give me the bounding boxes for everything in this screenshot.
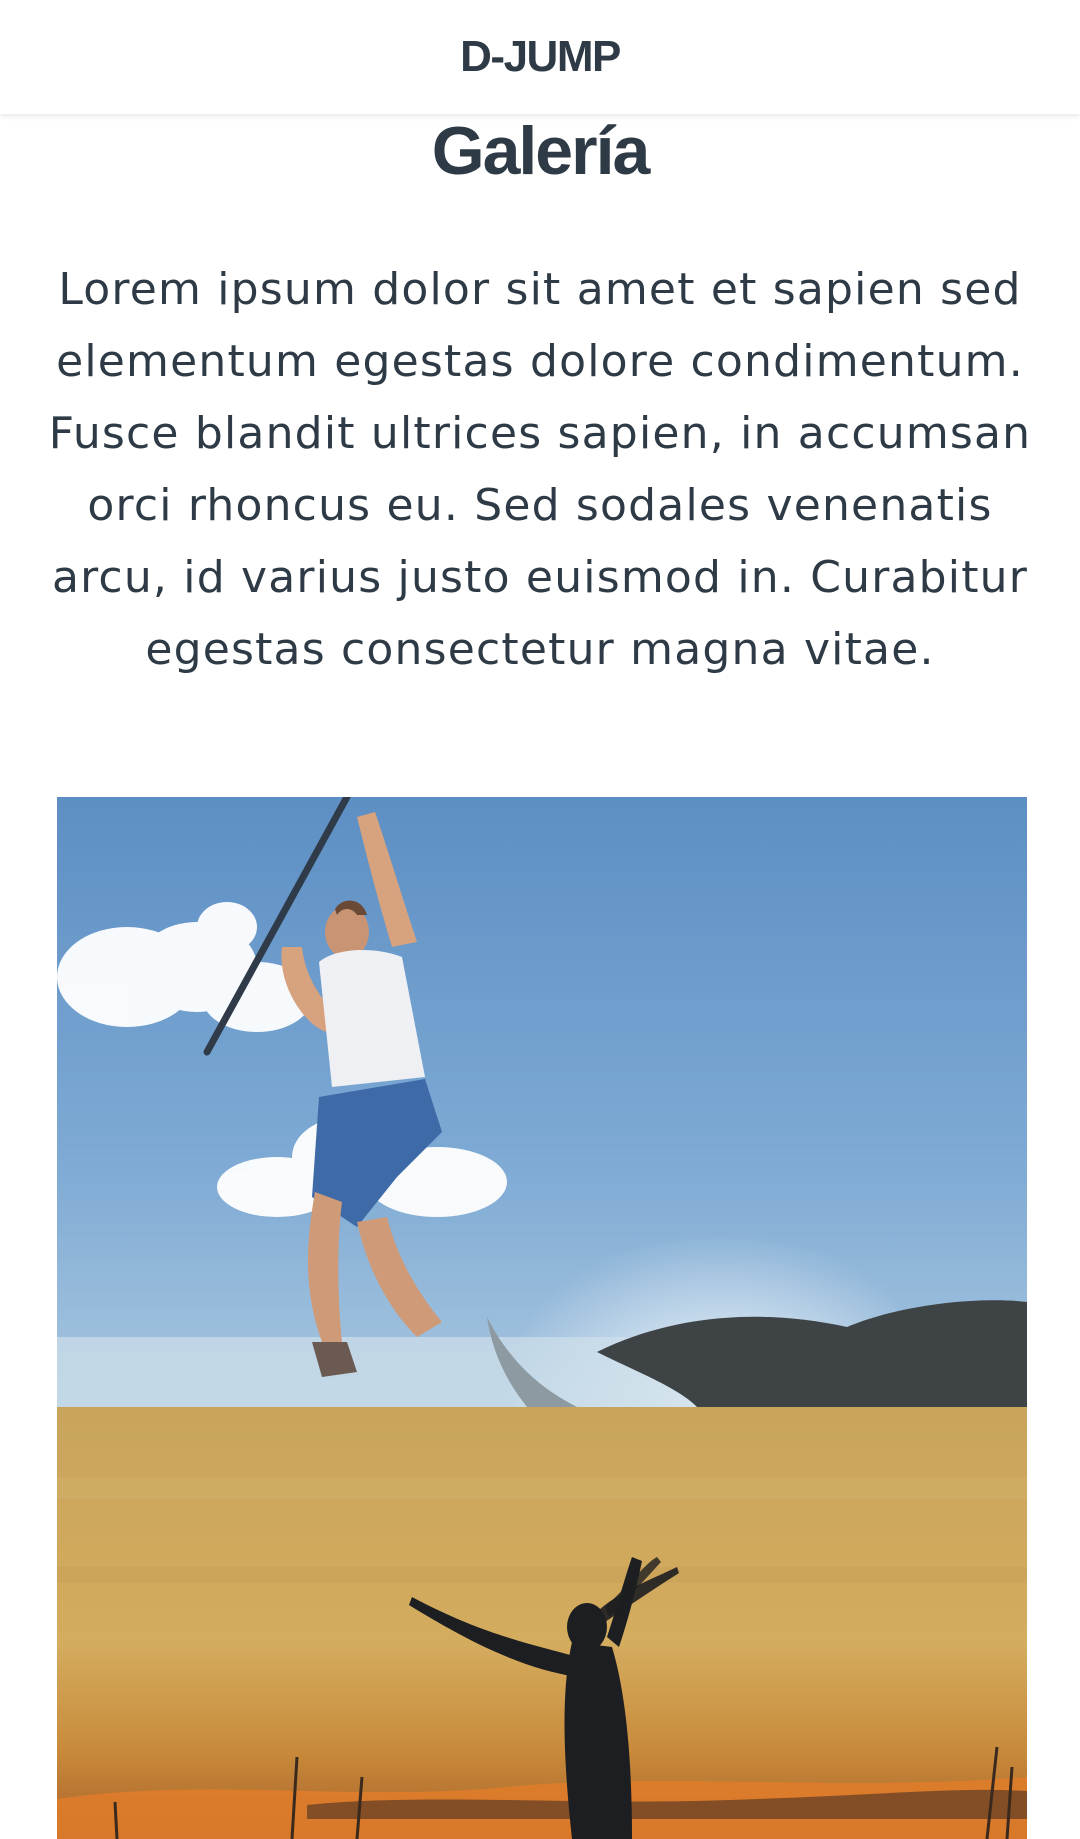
gallery-image-sunset-silhouette[interactable] bbox=[57, 1407, 1027, 1839]
brand-logo-link[interactable]: D-JUMP bbox=[460, 32, 621, 82]
gallery-image-whale-jump[interactable] bbox=[57, 797, 1027, 1407]
gallery bbox=[57, 797, 1027, 1839]
sunset-silhouette-photo bbox=[57, 1407, 1027, 1839]
intro-paragraph: Lorem ipsum dolor sit amet et sapien sed… bbox=[48, 264, 1032, 675]
page-title: Galería bbox=[431, 113, 651, 189]
main-content: Galería Lorem ipsum dolor sit amet et sa… bbox=[0, 114, 1080, 686]
whale-jump-photo bbox=[57, 797, 1027, 1407]
top-bar: D-JUMP bbox=[0, 0, 1080, 114]
